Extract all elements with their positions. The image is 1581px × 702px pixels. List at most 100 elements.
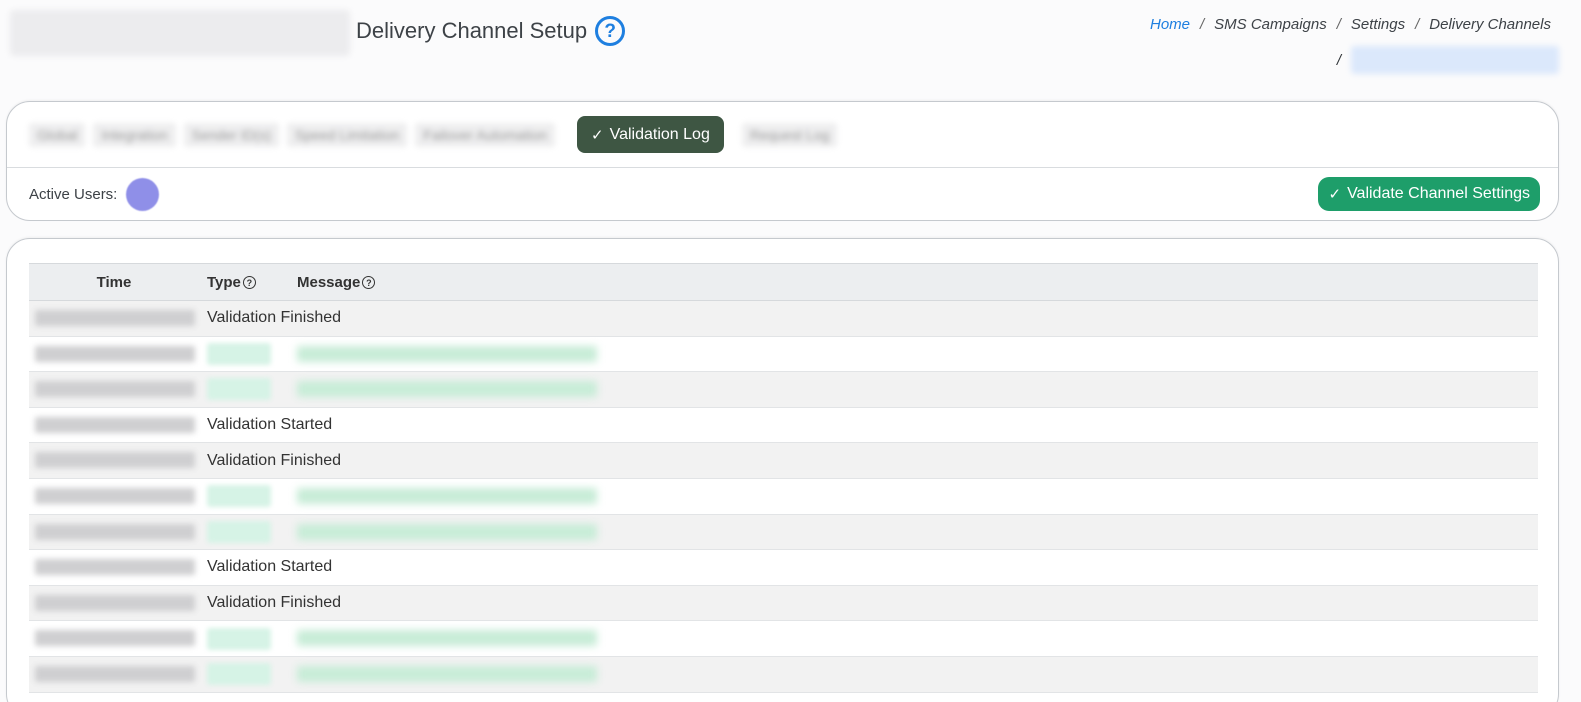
validation-log-card: Time Type? Message? Validation Finished V… [6,238,1559,702]
tab-validation-log-label: Validation Log [609,125,710,143]
log-type-cell [199,620,297,657]
table-row: Validation Finished [29,442,1538,479]
tab-speed-limitation[interactable]: Speed Limitation [287,122,408,147]
blurred-timestamp [35,381,195,398]
blurred-type-badge [207,627,271,650]
breadcrumb-sms-campaigns[interactable]: SMS Campaigns [1214,16,1327,33]
tab-sender-ids[interactable]: Sender ID(s) [183,122,279,147]
log-message-cell [297,620,1538,657]
table-row: Validation Started [29,549,1538,586]
check-icon: ✓ [591,126,604,144]
blurred-timestamp [35,310,195,327]
blurred-timestamp [35,630,195,647]
blurred-timestamp [35,488,195,505]
log-type-cell [199,656,297,693]
question-circle-icon[interactable]: ? [362,276,376,289]
log-message-cell [297,656,1538,693]
log-time-cell [29,300,199,337]
breadcrumb: Home / SMS Campaigns / Settings / Delive… [1150,16,1551,33]
log-status-cell: Validation Started [199,407,1538,444]
table-row: Validation Finished [29,585,1538,622]
column-header-message[interactable]: Message? [297,263,1538,301]
blurred-message [297,345,597,362]
log-type-cell [199,514,297,551]
log-time-cell [29,549,199,586]
blurred-message [297,630,597,647]
table-header-row: Time Type? Message? [29,263,1538,301]
blurred-message [297,666,597,682]
breadcrumb-separator: / [1415,16,1420,33]
validation-log-table: Time Type? Message? Validation Finished V… [29,263,1538,693]
log-time-cell [29,407,199,444]
log-message-cell [297,336,1538,373]
breadcrumb-delivery-channels[interactable]: Delivery Channels [1429,16,1551,33]
log-time-cell [29,514,199,551]
active-users-row: Active Users: ✓ Validate Channel Setting… [7,168,1558,220]
check-icon: ✓ [1328,186,1342,203]
blurred-timestamp [35,416,195,433]
tab-global[interactable]: Global [29,122,86,147]
question-circle-icon[interactable]: ? [595,16,626,46]
log-time-cell [29,656,199,693]
tab-failover-automation[interactable]: Failover Automation [415,122,556,147]
avatar[interactable] [126,177,160,211]
log-status-cell: Validation Finished [199,585,1538,622]
table-row [29,336,1538,373]
breadcrumb-separator: / [1200,16,1205,33]
blurred-type-badge [207,485,271,508]
tab-validation-log[interactable]: ✓ Validation Log [577,116,724,153]
table-row [29,514,1538,551]
blurred-type-badge [207,342,271,365]
blurred-type-badge [207,520,271,543]
log-time-cell [29,620,199,657]
log-time-cell [29,336,199,373]
tab-request-log[interactable]: Request Log [741,122,838,147]
blurred-type-badge [207,663,271,686]
blurred-message [297,523,597,540]
log-type-cell [199,336,297,373]
breadcrumb-separator: / [1336,51,1341,69]
page-title-text: Delivery Channel Setup [356,18,588,43]
page-title: Delivery Channel Setup ? [356,16,626,46]
tab-bar: Global Integration Sender ID(s) Speed Li… [7,102,1558,168]
column-header-type[interactable]: Type? [199,263,297,301]
blurred-timestamp [35,452,195,469]
table-row [29,620,1538,657]
log-status-cell: Validation Started [199,549,1538,586]
column-header-time[interactable]: Time [29,263,199,301]
breadcrumb-home-link[interactable]: Home [1150,16,1190,33]
log-message-cell [297,478,1538,515]
table-row [29,371,1538,408]
table-row: Validation Started [29,407,1538,444]
blurred-timestamp [35,523,195,540]
blurred-timestamp [35,666,195,682]
table-row [29,478,1538,515]
blurred-channel-name [10,10,350,56]
breadcrumb-current-blurred [1351,46,1559,74]
log-type-cell [199,371,297,408]
blurred-timestamp [35,594,195,611]
log-status-cell: Validation Finished [199,300,1538,337]
breadcrumb-row-2: / [1337,46,1559,74]
active-users: Active Users: [29,177,160,211]
question-circle-icon[interactable]: ? [242,276,256,289]
table-row [29,656,1538,693]
log-message-cell [297,371,1538,408]
log-time-cell [29,585,199,622]
log-time-cell [29,442,199,479]
active-users-label: Active Users: [29,185,118,203]
validate-button-label: Validate Channel Settings [1347,185,1530,202]
blurred-type-badge [207,378,271,401]
log-time-cell [29,371,199,408]
blurred-message [297,488,597,505]
log-message-cell [297,514,1538,551]
blurred-timestamp [35,345,195,362]
validate-channel-settings-button[interactable]: ✓ Validate Channel Settings [1318,177,1540,211]
log-status-cell: Validation Finished [199,442,1538,479]
blurred-timestamp [35,559,195,576]
breadcrumb-separator: / [1336,16,1341,33]
breadcrumb-settings[interactable]: Settings [1351,16,1405,33]
tab-integration[interactable]: Integration [93,122,176,147]
blurred-message [297,381,597,398]
log-type-cell [199,478,297,515]
